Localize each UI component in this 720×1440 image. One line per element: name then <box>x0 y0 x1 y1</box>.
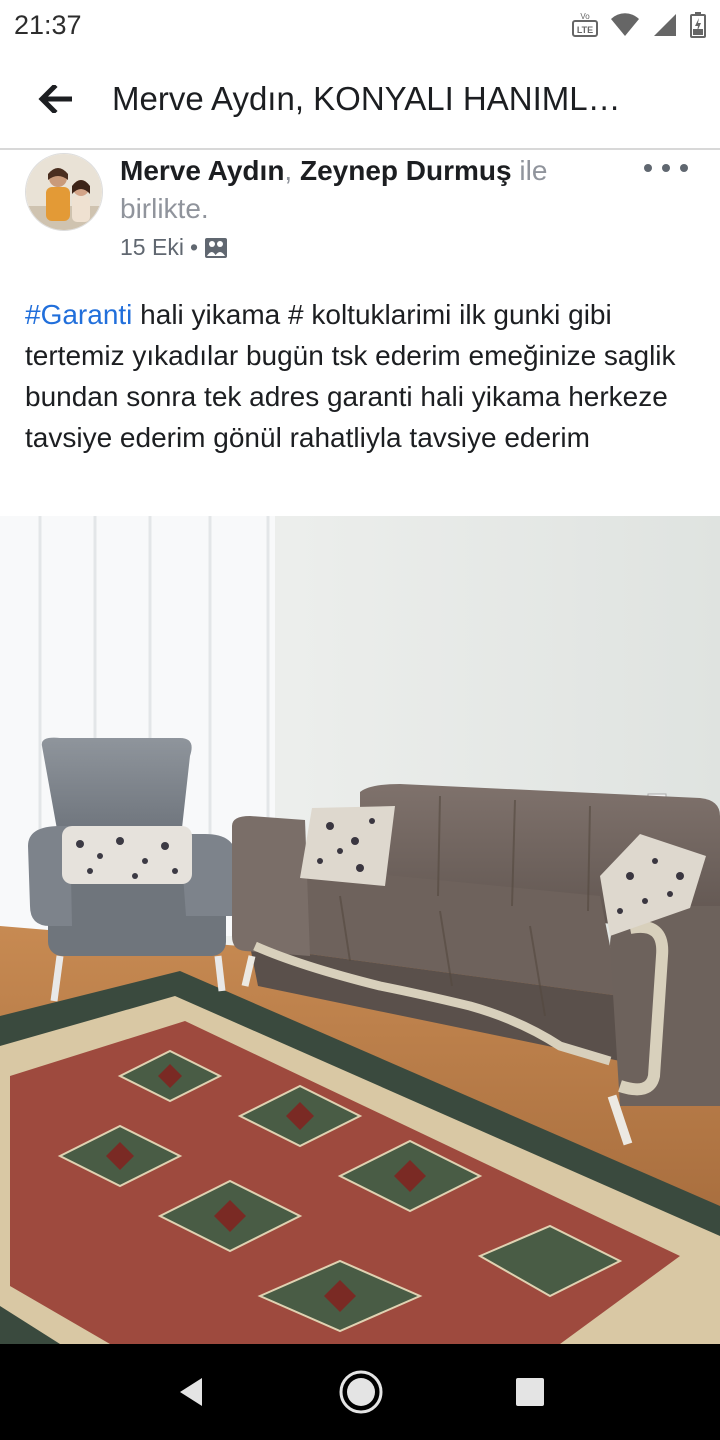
home-circle-icon[interactable] <box>337 1368 385 1416</box>
page-title: Merve Aydın, KONYALI HANIML… <box>112 80 621 117</box>
back-button[interactable] <box>0 49 112 149</box>
more-dot-icon <box>680 164 688 172</box>
battery-icon <box>690 12 706 38</box>
status-icons: Vo LTE <box>572 12 706 38</box>
post-header: Merve Aydın, Zeynep Durmuş ile birlikte.… <box>0 150 720 270</box>
avatar[interactable] <box>25 153 103 231</box>
status-time: 21:37 <box>14 9 82 40</box>
meta-dot: • <box>189 234 198 260</box>
svg-text:Vo: Vo <box>580 12 590 21</box>
arrow-left-icon <box>38 85 72 113</box>
post-photo[interactable] <box>0 516 720 1344</box>
system-nav-bar <box>0 1344 720 1440</box>
recents-square-icon[interactable] <box>514 1376 546 1408</box>
post-text: #Garanti hali yikama # koltuklarimi ilk … <box>25 294 695 458</box>
signal-icon <box>654 14 676 36</box>
volte-lte-icon: Vo LTE <box>572 12 598 37</box>
more-dot-icon <box>662 164 670 172</box>
more-dot-icon <box>644 164 652 172</box>
hashtag-link[interactable]: #Garanti <box>25 299 132 330</box>
post-meta: 15 Eki • <box>120 234 228 261</box>
post-authors: Merve Aydın, Zeynep Durmuş ile birlikte. <box>120 152 620 228</box>
status-bar: 21:37 Vo LTE <box>0 0 720 50</box>
wifi-icon <box>611 13 639 36</box>
more-options-button[interactable] <box>644 158 688 178</box>
back-triangle-icon[interactable] <box>174 1375 208 1409</box>
app-bar: Merve Aydın, KONYALI HANIML… <box>0 50 720 150</box>
names-separator: , <box>284 155 300 186</box>
post-date[interactable]: 15 Eki <box>120 234 184 261</box>
tagged-name-link[interactable]: Zeynep Durmuş <box>300 155 512 186</box>
svg-text:LTE: LTE <box>577 25 593 35</box>
photo-album-icon <box>205 237 227 258</box>
author-name-link[interactable]: Merve Aydın <box>120 155 284 186</box>
